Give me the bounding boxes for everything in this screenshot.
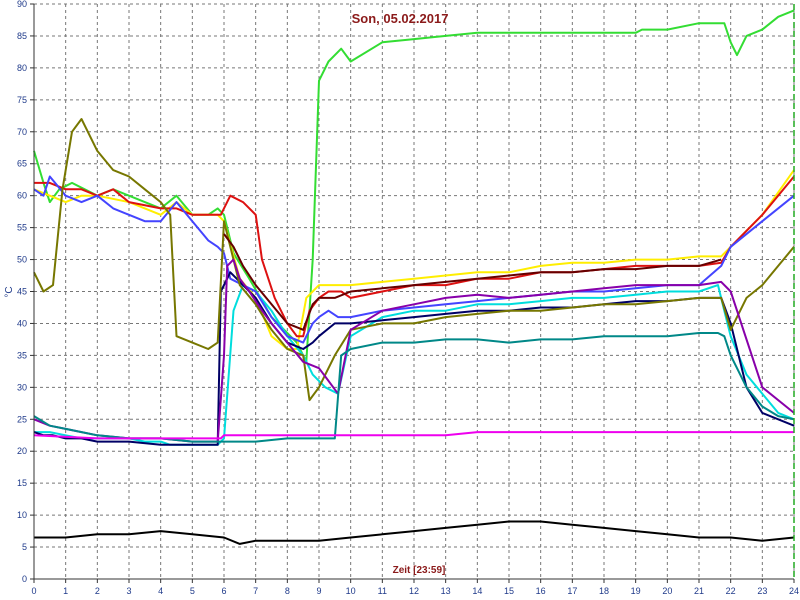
x-tick-label: 4 — [158, 586, 163, 596]
x-tick-label: 10 — [346, 586, 356, 596]
x-tick-label: 24 — [789, 586, 799, 596]
y-tick-label: 50 — [17, 255, 27, 265]
x-tick-label: 23 — [757, 586, 767, 596]
y-tick-label: 90 — [17, 0, 27, 9]
x-tick-label: 7 — [253, 586, 258, 596]
y-tick-label: 20 — [17, 446, 27, 456]
y-tick-label: 80 — [17, 63, 27, 73]
x-tick-label: 17 — [567, 586, 577, 596]
x-tick-label: 11 — [378, 586, 387, 596]
x-tick-label: 3 — [126, 586, 131, 596]
y-axis-label: °C — [4, 286, 15, 297]
x-tick-label: 19 — [631, 586, 641, 596]
y-tick-label: 85 — [17, 31, 27, 41]
x-tick-label: 6 — [221, 586, 226, 596]
x-tick-label: 18 — [599, 586, 609, 596]
y-tick-label: 15 — [17, 478, 27, 488]
x-tick-label: 5 — [190, 586, 195, 596]
line-chart: 0 1 2 3 4 5 6 7 8 9 10 11 12 13 14 15 16 17 18 19 20 21 22 23 24… — [0, 0, 800, 600]
x-tick-label: 13 — [441, 586, 451, 596]
x-axis-label: Zeit [23:59] — [393, 565, 446, 576]
x-tick-label: 21 — [694, 586, 704, 596]
x-tick-label: 20 — [662, 586, 672, 596]
chart-title: Son, 05.02.2017 — [352, 11, 449, 26]
chart-root: 0 1 2 3 4 5 6 7 8 9 10 11 12 13 14 15 16 17 18 19 20 21 22 23 24… — [0, 0, 800, 600]
y-tick-label: 10 — [17, 510, 27, 520]
y-tick-label: 70 — [17, 127, 27, 137]
x-tick-label: 12 — [409, 586, 419, 596]
y-tick-label: 55 — [17, 223, 27, 233]
y-tick-label: 40 — [17, 318, 27, 328]
x-tick-label: 8 — [285, 586, 290, 596]
y-tick-label: 45 — [17, 287, 27, 297]
x-tick-label: 14 — [472, 586, 482, 596]
y-tick-label: 0 — [22, 574, 27, 584]
y-tick-label: 60 — [17, 191, 27, 201]
x-tick-label: 9 — [316, 586, 321, 596]
x-tick-label: 1 — [63, 586, 68, 596]
y-tick-label: 35 — [17, 350, 27, 360]
y-tick-label: 25 — [17, 414, 27, 424]
y-tick-label: 5 — [22, 542, 27, 552]
y-tick-label: 75 — [17, 95, 27, 105]
x-tick-label: 2 — [95, 586, 100, 596]
y-tick-label: 65 — [17, 159, 27, 169]
y-tick-label: 30 — [17, 382, 27, 392]
x-tick-label: 22 — [726, 586, 736, 596]
x-tick-label: 16 — [536, 586, 546, 596]
x-tick-label: 0 — [31, 586, 36, 596]
x-tick-label: 15 — [504, 586, 514, 596]
